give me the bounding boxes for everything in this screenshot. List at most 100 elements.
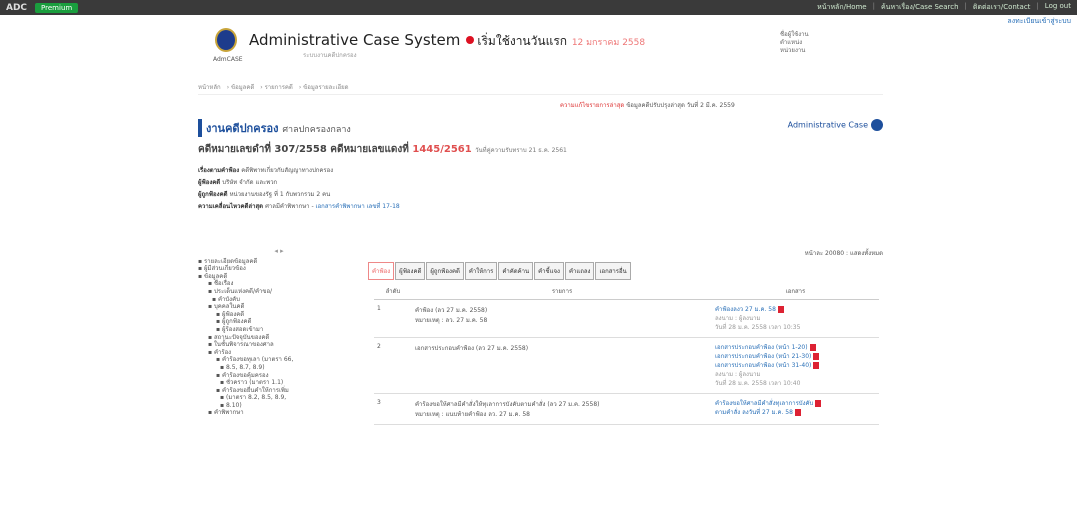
link-separator: | xyxy=(964,2,967,10)
pdf-icon[interactable] xyxy=(809,344,816,351)
doc-tabs: คำฟ้อง ผู้ฟ้องคดี ผู้ถูกฟ้องคดี คำให้การ คำค… xyxy=(368,262,883,280)
tree-toggle[interactable]: ◂ ▸ xyxy=(198,247,360,256)
premium-badge: Premium xyxy=(35,2,79,13)
user-info[interactable]: ชื่อผู้ใช้งาน ตำแหน่ง หน่วยงาน xyxy=(780,31,809,55)
document-table: ลำดับ รายการ เอกสาร 1 คำฟ้อง (ลว 27 ม.ค. … xyxy=(374,283,879,425)
row-item-text: คำฟ้อง (ลว 27 ม.ค. 2558) xyxy=(415,307,488,314)
app-title: Administrative Case System xyxy=(249,31,461,49)
app-subtitle: ระบบงานคดีปกครอง xyxy=(303,52,357,59)
field-label: ผู้ถูกฟ้องคดี xyxy=(198,191,230,198)
tree-item[interactable]: ▪ คำพิพากษา xyxy=(198,409,360,417)
field-value: หน่วยงานของรัฐ ที่ 1 กับพวกรวม 2 คน xyxy=(229,191,331,198)
pdf-icon[interactable] xyxy=(813,362,820,369)
breadcrumb-item[interactable]: รายการคดี xyxy=(265,84,293,91)
status-dot-icon xyxy=(466,36,475,44)
row-docs: คำฟ้องลงว 27 ม.ค. 58 ลงนาม : ผู้ลงนาม วันท… xyxy=(712,299,879,338)
row-number: 1 xyxy=(374,299,412,338)
field-label: ผู้ฟ้องคดี xyxy=(198,179,223,186)
case-number: คดีหมายเลขดำที่ 307/2558 คดีหมายเลขแดงที… xyxy=(198,142,883,157)
row-item-text: หมายเหตุ : ลว. 27 ม.ค. 58 xyxy=(415,317,488,324)
tree-item[interactable]: ▪ ชั่วคราว (มาตรา 1.1) xyxy=(198,379,360,387)
row-docs: คำร้องขอให้ศาลมีคำสั่งทุเลาการบังคับ ตามค… xyxy=(712,393,879,425)
field-value: ศาลมีคำพิพากษา xyxy=(265,203,310,210)
status-date: 12 มกราคม 2558 xyxy=(571,38,646,48)
tab-3[interactable]: ผู้ถูกฟ้องคดี xyxy=(426,262,464,280)
breadcrumb-item[interactable]: หน้าหลัก xyxy=(198,84,221,91)
row-items: คำฟ้อง (ลว 27 ม.ค. 2558) หมายเหตุ : ลว. 2… xyxy=(412,299,712,338)
red-no-label: คดีหมายเลขแดงที่ xyxy=(330,144,409,155)
tree-item[interactable]: ▪ ผู้ร้องสอดเข้ามา xyxy=(198,326,360,334)
court-heading: งานคดีปกครอง ศาลปกครองกลาง xyxy=(198,119,883,137)
notice-text: ข้อมูลคดีปรับปรุงล่าสุด วันที่ 2 มี.ค. 2… xyxy=(626,102,735,109)
field-label: ความเคลื่อนไหวคดีล่าสุด xyxy=(198,203,266,210)
user-position: ตำแหน่ง xyxy=(780,39,803,46)
pdf-icon[interactable] xyxy=(794,409,801,416)
col-item: รายการ xyxy=(412,283,712,300)
top-link[interactable]: Log out xyxy=(1045,2,1071,13)
tab-2[interactable]: ผู้ฟ้องคดี xyxy=(395,262,426,280)
link-separator: | xyxy=(1036,2,1039,10)
tree-item[interactable]: ▪ คำร้องขอทุเลา (มาตรา 66, xyxy=(198,356,360,364)
pdf-icon[interactable] xyxy=(777,306,784,313)
tree-item[interactable]: ▪ (มาตรา 8.2, 8.5, 8.9, xyxy=(198,394,360,402)
table-row: 3 คำร้องขอให้ศาลมีคำสั่งให้ทุเลาการบังคับ… xyxy=(374,393,879,425)
top-link[interactable]: ติดต่อเรา/Contact xyxy=(973,2,1031,13)
doc-link[interactable]: คำฟ้องลงว 27 ม.ค. 58 xyxy=(715,305,876,314)
tree-item[interactable]: ▪ สถานะปัจจุบันของคดี xyxy=(198,334,360,342)
link-separator: | xyxy=(872,2,875,10)
court-emblem-icon xyxy=(215,28,237,52)
table-row: 1 คำฟ้อง (ลว 27 ม.ค. 2558) หมายเหตุ : ลว. … xyxy=(374,299,879,338)
user-name: ชื่อผู้ใช้งาน xyxy=(780,31,809,38)
tree-item[interactable]: ▪ 8.5, 8.7, 8.9) xyxy=(198,364,360,372)
breadcrumb: หน้าหลัก › ข้อมูลคดี › รายการคดี › ข้อมูลรา… xyxy=(198,82,883,95)
row-number: 3 xyxy=(374,393,412,425)
doc-link[interactable]: เอกสารประกอบคำฟ้อง (หน้า 21-30) xyxy=(715,352,876,361)
breadcrumb-item[interactable]: ข้อมูลคดี xyxy=(231,84,254,91)
globe-icon xyxy=(871,119,883,131)
field-link[interactable]: เอกสารคำพิพากษา เลขที่ 17-18 xyxy=(316,203,400,210)
col-no: ลำดับ xyxy=(374,283,412,300)
tree-item[interactable]: ▪ 8.10) xyxy=(198,402,360,410)
tree-item[interactable]: ▪ ผู้มีส่วนเกี่ยวข้อง xyxy=(198,265,360,273)
doc-meta: วันที่ 28 ม.ค. 2558 เวลา 10:40 xyxy=(715,380,801,387)
breadcrumb-item: ข้อมูลรายละเอียด xyxy=(303,84,349,91)
update-notice: ความแก้ไขรายการล่าสุด ข้อมูลคดีปรับปรุงล… xyxy=(560,100,735,110)
tab-8[interactable]: เอกสารอื่น xyxy=(595,262,631,280)
document-panel: หน้าละ 20080 : แสดงทั้งหมด คำฟ้อง ผู้ฟ้อง… xyxy=(368,248,883,425)
pdf-icon[interactable] xyxy=(813,353,820,360)
tree-item[interactable]: ▪ ผู้ถูกฟ้องคดี xyxy=(198,318,360,326)
tab-4[interactable]: คำให้การ xyxy=(464,262,498,280)
top-link[interactable]: หน้าหลัก/Home xyxy=(817,2,867,13)
tree-item[interactable]: ▪ ประเด็นแห่งคดี/คำขอ/ xyxy=(198,288,360,296)
tab-5[interactable]: คำคัดค้าน xyxy=(498,262,534,280)
black-no-label: คดีหมายเลขดำที่ xyxy=(198,144,271,155)
doc-meta: ลงนาม : ผู้ลงนาม xyxy=(715,371,761,378)
doc-link[interactable]: ตามคำสั่ง ลงวันที่ 27 ม.ค. 58 xyxy=(715,408,876,417)
top-link[interactable]: ค้นหาเรื่อง/Case Search xyxy=(881,2,959,13)
row-item-text: เอกสารประกอบคำฟ้อง (ลว 27 ม.ค. 2558) xyxy=(415,345,529,352)
tab-7[interactable]: คำแถลง xyxy=(564,262,595,280)
site-logo[interactable]: ADC xyxy=(6,3,27,13)
user-agency: หน่วยงาน xyxy=(780,47,806,54)
notice-highlight: ความแก้ไขรายการล่าสุด xyxy=(560,102,625,109)
top-bar: ADC Premium หน้าหลัก/Home | ค้นหาเรื่อง/Ca… xyxy=(0,0,1077,15)
doc-link[interactable]: เอกสารประกอบคำฟ้อง (หน้า 1-20) xyxy=(715,343,876,352)
col-doc: เอกสาร xyxy=(712,283,879,300)
table-row: 2 เอกสารประกอบคำฟ้อง (ลว 27 ม.ค. 2558) เอก… xyxy=(374,337,879,394)
pdf-icon[interactable] xyxy=(815,400,822,407)
case-field: ผู้ฟ้องคดี บริษัท จำกัด และพวก xyxy=(198,177,883,189)
tab-1[interactable]: คำฟ้อง xyxy=(368,262,395,280)
tree-item[interactable]: ▪ ชื่อเรื่อง xyxy=(198,280,360,288)
doc-link[interactable]: เอกสารประกอบคำฟ้อง (หน้า 31-40) xyxy=(715,361,876,370)
case-field: ผู้ถูกฟ้องคดี หน่วยงานของรัฐ ที่ 1 กับพว… xyxy=(198,189,883,201)
tree-item[interactable]: ▪ บุคคลในคดี xyxy=(198,303,360,311)
tree-item[interactable]: ▪ ในชั้นพิจารณาของศาล xyxy=(198,341,360,349)
tree-item[interactable]: ▪ คำร้องขอยื่นคำให้การเพิ่ม xyxy=(198,387,360,395)
tree-item[interactable]: ▪ คำร้อง xyxy=(198,349,360,357)
tree-item[interactable]: ▪ คำร้องขอคุ้มครอง xyxy=(198,372,360,380)
row-items: เอกสารประกอบคำฟ้อง (ลว 27 ม.ค. 2558) xyxy=(412,337,712,394)
doc-link[interactable]: คำร้องขอให้ศาลมีคำสั่งทุเลาการบังคับ xyxy=(715,399,876,408)
tab-6[interactable]: คำชี้แจง xyxy=(534,262,564,280)
red-no: 1445/2561 xyxy=(412,144,472,155)
register-link[interactable]: ลงทะเบียนเข้าสู่ระบบ xyxy=(1007,16,1071,27)
